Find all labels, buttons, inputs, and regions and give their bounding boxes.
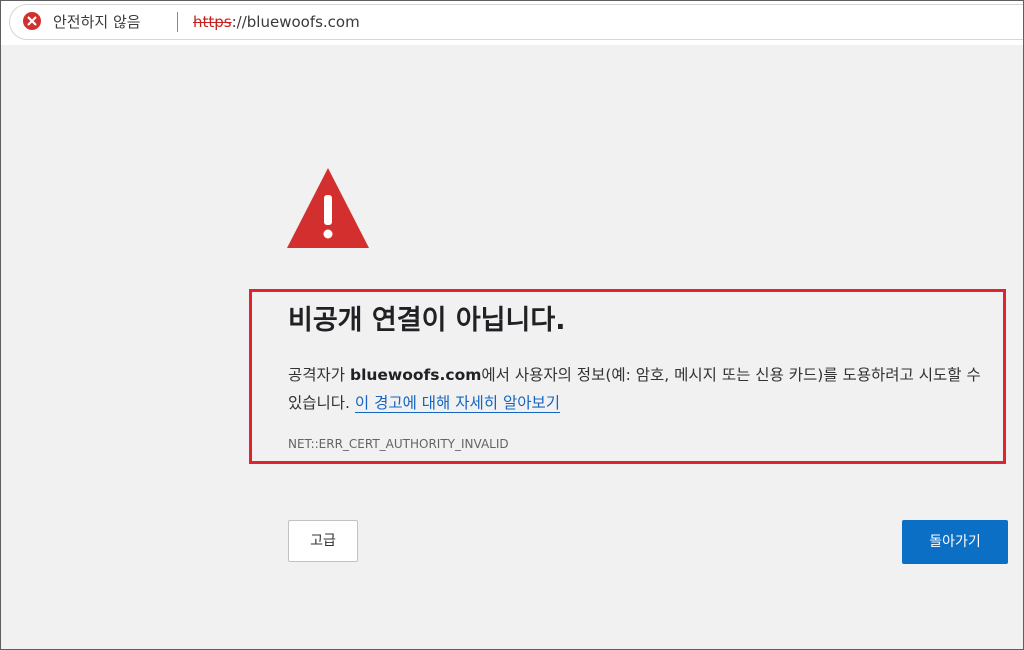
warning-triangle-icon: [287, 168, 369, 248]
description-domain: bluewoofs.com: [349, 366, 482, 384]
description-prefix: 공격자가: [288, 366, 350, 384]
browser-window: 안전하지 않음 https://bluewoofs.com 비공개 연결이 아닙…: [0, 0, 1024, 650]
address-bar-divider: [177, 12, 178, 32]
browser-toolbar: 안전하지 않음 https://bluewoofs.com: [1, 1, 1023, 45]
security-status-label[interactable]: 안전하지 않음: [53, 12, 141, 32]
url-scheme: https: [193, 13, 232, 31]
url-text[interactable]: https://bluewoofs.com: [193, 12, 360, 32]
error-code: NET::ERR_CERT_AUTHORITY_INVALID: [288, 437, 509, 451]
advanced-button[interactable]: 고급: [288, 520, 358, 562]
error-circle-icon[interactable]: [22, 11, 42, 31]
warning-description: 공격자가 bluewoofs.com에서 사용자의 정보(예: 암호, 메시지 …: [288, 361, 993, 417]
page-title: 비공개 연결이 아닙니다.: [288, 305, 566, 336]
address-bar[interactable]: [9, 4, 1023, 40]
go-back-button[interactable]: 돌아가기: [902, 520, 1008, 564]
learn-more-link[interactable]: 이 경고에 대해 자세히 알아보기: [354, 394, 560, 413]
url-host: ://bluewoofs.com: [231, 13, 360, 31]
